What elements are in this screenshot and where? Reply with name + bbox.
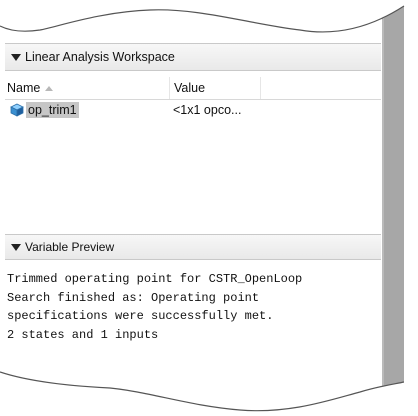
bottom-tear-fill — [0, 372, 418, 416]
bottom-tear — [0, 371, 418, 416]
torn-screenshot-excerpt: Linear Analysis Workspace Name Value op_… — [0, 0, 418, 416]
bottom-right-mask — [404, 380, 418, 416]
